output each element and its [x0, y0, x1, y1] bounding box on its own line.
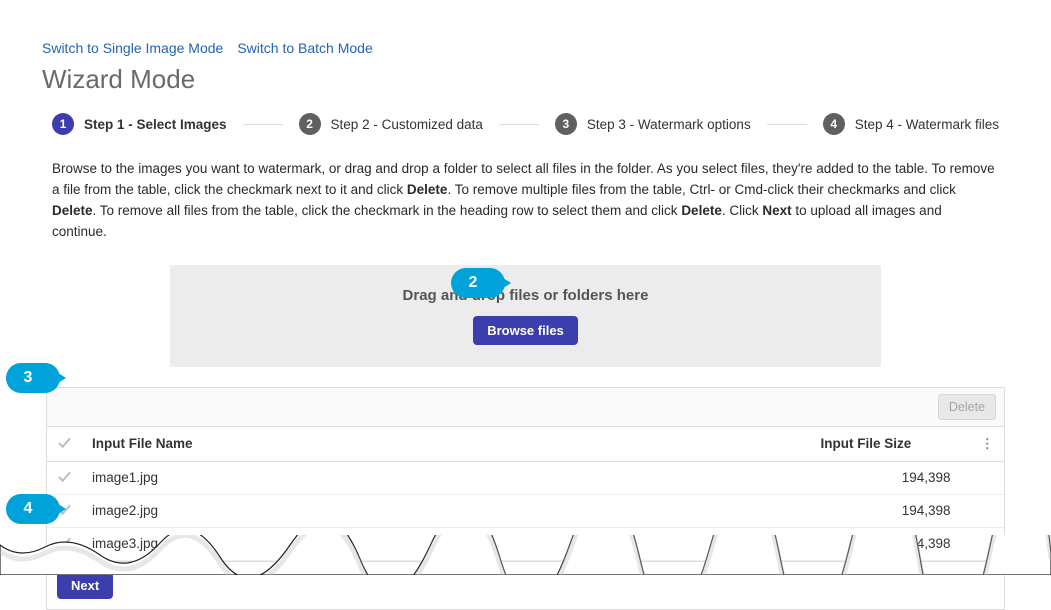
file-name-cell: image1.jpg	[82, 461, 811, 494]
callout-2: 2	[451, 268, 505, 298]
table-row[interactable]: image1.jpg 194,398	[47, 461, 1004, 494]
col-header-size[interactable]: Input File Size	[811, 427, 971, 462]
file-size-cell: 194,398	[811, 461, 971, 494]
next-button[interactable]: Next	[57, 572, 113, 599]
table-row[interactable]: image2.jpg 194,398	[47, 494, 1004, 527]
check-icon	[57, 435, 72, 450]
link-batch-mode[interactable]: Switch to Batch Mode	[237, 40, 372, 56]
browse-files-button[interactable]: Browse files	[473, 316, 578, 345]
row-checkbox[interactable]	[47, 527, 82, 560]
link-single-image-mode[interactable]: Switch to Single Image Mode	[42, 40, 223, 56]
file-size-cell: 194,398	[811, 494, 971, 527]
step-3[interactable]: 3 Step 3 - Watermark options	[555, 113, 751, 135]
table-row[interactable]: image3.jpg 194,398	[47, 527, 1004, 560]
step-label: Step 1 - Select Images	[84, 117, 227, 132]
step-label: Step 4 - Watermark files	[855, 117, 999, 132]
step-number: 3	[555, 113, 577, 135]
table-menu-button[interactable]: ⋮	[971, 427, 1005, 462]
check-icon	[57, 535, 72, 550]
step-separator	[499, 124, 539, 125]
file-table: Delete Input File Name Input File Size ⋮…	[46, 387, 1005, 610]
file-size-cell: 194,398	[811, 527, 971, 560]
instruction-text: Browse to the images you want to waterma…	[42, 159, 1009, 243]
step-label: Step 2 - Customized data	[331, 117, 483, 132]
step-separator	[767, 124, 807, 125]
file-name-cell: image3.jpg	[82, 527, 811, 560]
page-title: Wizard Mode	[42, 64, 1009, 95]
step-number: 2	[299, 113, 321, 135]
step-number: 4	[823, 113, 845, 135]
step-2[interactable]: 2 Step 2 - Customized data	[299, 113, 483, 135]
row-checkbox[interactable]	[47, 461, 82, 494]
select-all-checkbox[interactable]	[47, 427, 82, 462]
col-header-name[interactable]: Input File Name	[82, 427, 811, 462]
callout-4: 4	[6, 494, 60, 524]
delete-button[interactable]: Delete	[938, 394, 996, 420]
callout-3: 3	[6, 363, 60, 393]
dropzone[interactable]: Drag and drop files or folders here Brow…	[170, 265, 881, 367]
step-1[interactable]: 1 Step 1 - Select Images	[52, 113, 227, 135]
dropzone-text: Drag and drop files or folders here	[170, 287, 881, 304]
check-icon	[57, 469, 72, 484]
step-number: 1	[52, 113, 74, 135]
wizard-steps: 1 Step 1 - Select Images 2 Step 2 - Cust…	[42, 113, 1009, 135]
file-name-cell: image2.jpg	[82, 494, 811, 527]
step-label: Step 3 - Watermark options	[587, 117, 751, 132]
step-4[interactable]: 4 Step 4 - Watermark files	[823, 113, 999, 135]
step-separator	[243, 124, 283, 125]
